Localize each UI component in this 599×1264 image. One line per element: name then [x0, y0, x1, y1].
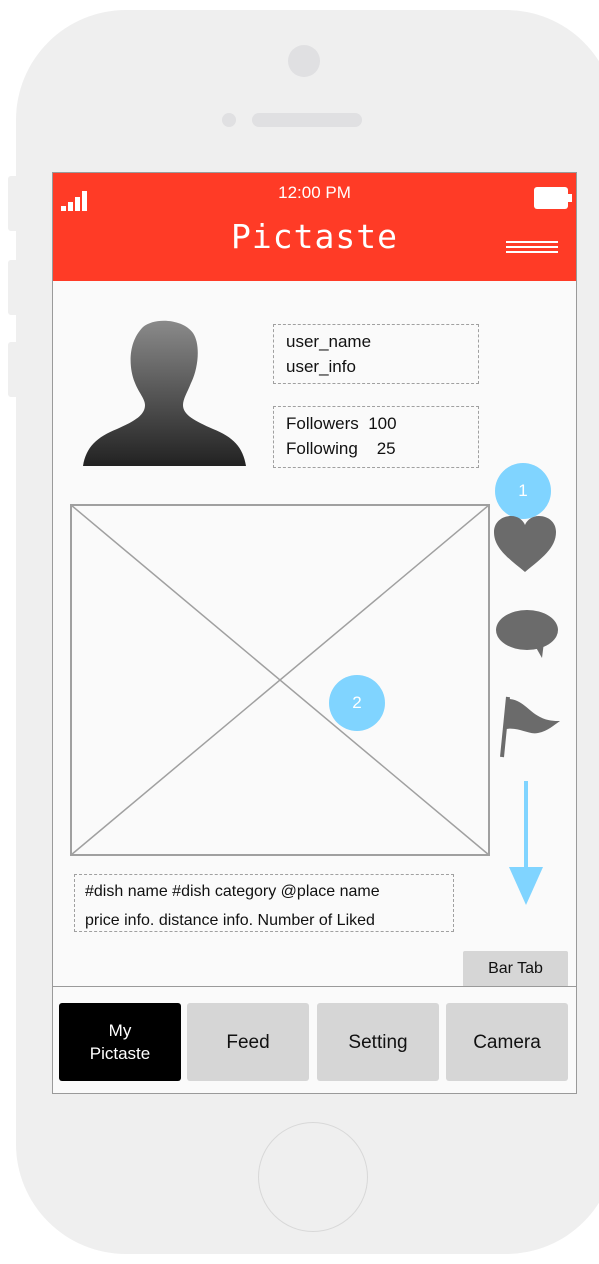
followers-row[interactable]: Followers 100	[286, 411, 478, 436]
tab-my-pictaste-line1: My	[108, 1021, 132, 1040]
tab-feed[interactable]: Feed	[187, 1003, 309, 1081]
user-info: user_info	[286, 357, 356, 376]
front-camera	[288, 45, 320, 77]
following-label: Following	[286, 439, 358, 458]
followers-count: 100	[368, 414, 397, 433]
side-button-mute	[8, 176, 18, 231]
tab-setting[interactable]: Setting	[317, 1003, 439, 1081]
dish-tags: #dish name #dish category @place name	[85, 883, 380, 900]
status-time: 12:00 PM	[278, 183, 351, 202]
avatar-silhouette-icon	[83, 320, 246, 466]
screen: 12:00 PM Pictaste user_name user_info Fo…	[52, 172, 577, 1094]
annotation-badge-2: 2	[329, 675, 385, 731]
comment-icon[interactable]	[496, 610, 558, 660]
heart-icon[interactable]	[494, 516, 556, 574]
flag-icon[interactable]	[498, 695, 562, 759]
user-name: user_name	[286, 332, 372, 351]
following-row[interactable]: Following 25	[286, 436, 478, 461]
home-button[interactable]	[258, 1122, 368, 1232]
followers-label: Followers	[286, 414, 359, 433]
image-placeholder-icon[interactable]	[70, 504, 490, 856]
tab-camera[interactable]: Camera	[446, 1003, 568, 1081]
annotation-badge-1: 1	[495, 463, 551, 519]
sensor-dot	[222, 113, 236, 127]
app-header: 12:00 PM Pictaste	[53, 173, 576, 281]
bar-tab-label: Bar Tab	[463, 951, 568, 987]
down-arrow-icon	[509, 781, 543, 905]
hamburger-menu-icon[interactable]	[506, 241, 558, 257]
side-button-volume-down	[8, 342, 18, 397]
app-title: Pictaste	[231, 217, 398, 256]
speaker-grille	[252, 113, 362, 127]
tab-bar: My Pictaste Feed Setting Camera	[53, 986, 576, 1093]
following-count: 25	[376, 439, 396, 458]
tab-my-pictaste[interactable]: My Pictaste	[59, 1003, 181, 1081]
follow-stats-box: Followers 100 Following 25	[273, 406, 479, 468]
user-info-box: user_name user_info	[273, 324, 479, 384]
side-button-volume-up	[8, 260, 18, 315]
dish-meta: price info. distance info. Number of Lik…	[85, 912, 375, 929]
battery-icon	[534, 187, 572, 209]
dish-info-box: #dish name #dish category @place name pr…	[74, 874, 454, 932]
tab-my-pictaste-line2: Pictaste	[89, 1044, 151, 1063]
